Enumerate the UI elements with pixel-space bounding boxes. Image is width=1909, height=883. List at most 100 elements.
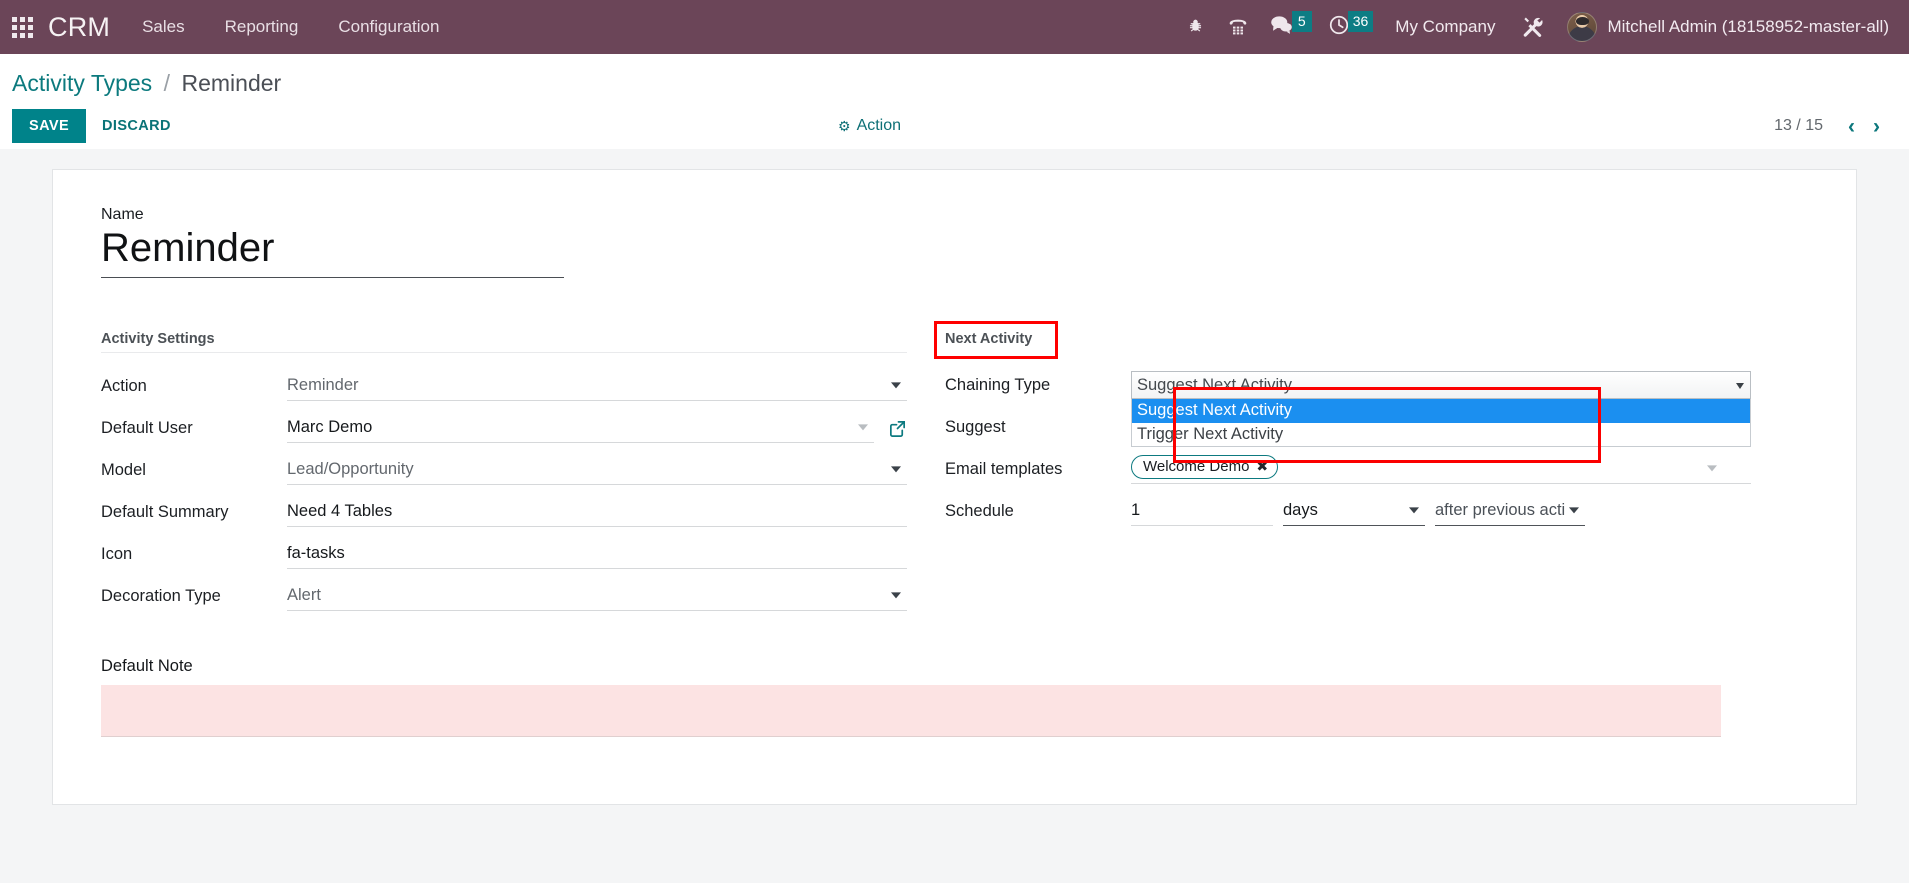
label-default-user: Default User: [101, 418, 193, 437]
schedule-unit-select-wrap[interactable]: [1283, 496, 1425, 526]
decoration-type-select-wrap[interactable]: [287, 581, 907, 611]
chaining-type-dropdown[interactable]: Suggest Next Activity Suggest Next Activ…: [1131, 371, 1751, 448]
pager-next-icon[interactable]: ›: [1866, 116, 1887, 137]
default-user-input[interactable]: [287, 413, 874, 443]
value-default-summary: [287, 497, 907, 527]
external-link-icon[interactable]: [888, 419, 907, 438]
field-row-decoration-type: Decoration Type: [101, 575, 907, 617]
label-schedule: Schedule: [945, 501, 1014, 520]
default-user-select-wrap[interactable]: [287, 413, 874, 443]
schedule-reference-select-wrap[interactable]: [1435, 496, 1585, 526]
form-columns: Activity Settings Action Default User: [53, 321, 1856, 617]
field-row-schedule: Schedule: [945, 490, 1751, 532]
form-sheet: Name Activity Settings Action: [52, 169, 1857, 805]
menu-configuration[interactable]: Configuration: [318, 0, 459, 54]
value-default-user: [287, 413, 907, 443]
activity-settings-title: Activity Settings: [101, 331, 907, 353]
user-menu[interactable]: Mitchell Admin (18158952-master-all): [1553, 12, 1895, 42]
schedule-unit-select[interactable]: [1283, 496, 1425, 526]
action-select[interactable]: [287, 371, 907, 401]
chevron-down-icon: [1736, 383, 1744, 389]
email-templates-tag-field[interactable]: Welcome Demo ✖: [1131, 454, 1751, 484]
menu-sales[interactable]: Sales: [122, 0, 205, 54]
save-button[interactable]: SAVE: [12, 109, 87, 143]
pager-previous-icon[interactable]: ‹: [1841, 116, 1862, 137]
model-select[interactable]: [287, 455, 907, 485]
apps-menu-icon[interactable]: [0, 0, 44, 54]
field-row-action: Action: [101, 365, 907, 407]
icon-input[interactable]: [287, 539, 907, 569]
value-chaining-type: Suggest Next Activity Suggest Next Activ…: [1131, 371, 1751, 448]
discard-button[interactable]: DISCARD: [86, 109, 187, 143]
schedule-reference-select[interactable]: [1435, 496, 1585, 526]
default-note-group: Default Note: [53, 617, 1856, 742]
breadcrumb-current-record: Reminder: [181, 70, 282, 96]
value-schedule: [1131, 496, 1751, 526]
breadcrumb-separator: /: [163, 70, 171, 96]
schedule-controls: [1131, 496, 1751, 526]
form-background: Name Activity Settings Action: [0, 149, 1909, 883]
next-activity-title: Next Activity: [945, 331, 1033, 347]
phone-dialpad-icon[interactable]: [1217, 0, 1259, 54]
top-navbar: CRM Sales Reporting Configuration 5 36 M…: [0, 0, 1909, 54]
name-input[interactable]: [101, 226, 564, 278]
chaining-type-option-trigger[interactable]: Trigger Next Activity: [1132, 423, 1750, 447]
activity-settings-title-wrap: Activity Settings: [101, 330, 907, 365]
avatar: [1567, 12, 1598, 42]
activities-badge: 36: [1347, 10, 1374, 32]
action-menu-button[interactable]: ⚙ Action: [838, 117, 901, 135]
breadcrumb: Activity Types / Reminder: [0, 54, 1909, 103]
action-menu-label: Action: [856, 117, 902, 134]
tag-welcome-demo[interactable]: Welcome Demo ✖: [1131, 454, 1279, 479]
value-model: [287, 455, 907, 485]
pager: 13 / 15 ‹ ›: [1774, 116, 1887, 137]
next-activity-title-wrap: Next Activity: [934, 321, 1751, 364]
label-icon: Icon: [101, 544, 133, 563]
value-decoration-type: [287, 581, 907, 611]
chaining-type-selected-display[interactable]: Suggest Next Activity: [1131, 371, 1751, 399]
label-email-templates: Email templates: [945, 459, 1063, 478]
decoration-type-select[interactable]: [287, 581, 907, 611]
activity-settings-group: Activity Settings Action Default User: [101, 330, 907, 617]
clock-icon: [1328, 14, 1350, 41]
default-note-textarea[interactable]: [101, 685, 1721, 737]
label-decoration-type: Decoration Type: [101, 586, 221, 605]
value-action: [287, 371, 907, 401]
default-note-label: Default Note: [101, 657, 193, 675]
chevron-down-icon: [1707, 464, 1717, 471]
label-action: Action: [101, 376, 147, 395]
field-row-icon: Icon: [101, 533, 907, 575]
tag-label: Welcome Demo: [1143, 457, 1250, 475]
field-row-default-user: Default User: [101, 407, 907, 449]
chaining-type-option-list: Suggest Next Activity Trigger Next Activ…: [1131, 399, 1751, 448]
pager-count[interactable]: 13 / 15: [1774, 117, 1837, 135]
close-icon[interactable]: ✖: [1256, 458, 1268, 475]
bug-icon[interactable]: [1175, 0, 1217, 54]
control-panel: SAVE DISCARD ⚙ Action 13 / 15 ‹ ›: [0, 103, 1909, 149]
value-icon: [287, 539, 907, 569]
messages-badge: 5: [1291, 10, 1312, 32]
breadcrumb-activity-types[interactable]: Activity Types: [12, 70, 152, 96]
name-field-group: Name: [53, 206, 1856, 278]
chaining-type-option-suggest[interactable]: Suggest Next Activity: [1132, 399, 1750, 423]
model-select-wrap[interactable]: [287, 455, 907, 485]
name-label: Name: [101, 206, 144, 223]
chaining-type-selected-label: Suggest Next Activity: [1137, 375, 1292, 394]
default-summary-input[interactable]: [287, 497, 907, 527]
company-switcher[interactable]: My Company: [1379, 17, 1511, 37]
gear-icon: ⚙: [838, 117, 851, 134]
value-email-templates: Welcome Demo ✖: [1131, 454, 1751, 484]
user-name-label: Mitchell Admin (18158952-master-all): [1607, 17, 1889, 36]
field-row-default-summary: Default Summary: [101, 491, 907, 533]
tools-icon[interactable]: [1511, 0, 1553, 54]
field-row-email-templates: Email templates Welcome Demo ✖: [945, 448, 1751, 490]
messages-menu[interactable]: 5: [1259, 0, 1318, 54]
app-brand-crm[interactable]: CRM: [44, 12, 122, 43]
activities-menu[interactable]: 36: [1318, 0, 1380, 54]
menu-reporting[interactable]: Reporting: [205, 0, 319, 54]
field-row-chaining-type: Chaining Type Suggest Next Activity Sugg…: [945, 364, 1751, 448]
label-model: Model: [101, 460, 146, 479]
schedule-amount-input[interactable]: [1131, 496, 1273, 526]
next-activity-group: Next Activity Chaining Type Suggest Next…: [934, 321, 1751, 617]
action-select-wrap[interactable]: [287, 371, 907, 401]
